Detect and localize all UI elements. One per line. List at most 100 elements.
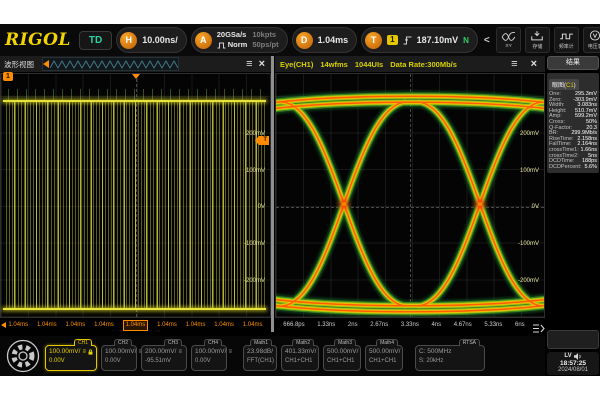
waveform-time-axis: 1.04ms 1.04ms 1.04ms 1.04ms 1.04ms 1.04m… bbox=[0, 318, 271, 332]
time-label: 1.04ms bbox=[243, 322, 263, 328]
status-lv: LV bbox=[564, 353, 571, 360]
trigger-source-badge: 1 bbox=[387, 35, 397, 45]
channel1-tag[interactable]: 1 bbox=[3, 72, 13, 81]
math-tile-math4[interactable]: Math4 500.00mV/ CH1+CH1 bbox=[365, 345, 403, 371]
trigger-mode-badge[interactable]: TD bbox=[79, 31, 112, 50]
channel-tile-ch1[interactable]: CH1 100.00mV/≡ 0.00V bbox=[45, 345, 97, 371]
time-label: 1.04ms bbox=[94, 322, 114, 328]
eye-menu-icon[interactable]: ≡ bbox=[508, 58, 520, 70]
time-label: 1.04ms bbox=[8, 322, 28, 328]
side-blank-button[interactable] bbox=[547, 330, 599, 349]
sample-interval: 50ps/pt bbox=[252, 40, 278, 50]
gear-icon bbox=[6, 339, 40, 373]
eye-time-label: 3.33ns bbox=[401, 322, 419, 328]
acq-mode: Norm bbox=[228, 40, 248, 50]
eye-title: Eye(CH1) bbox=[280, 60, 313, 69]
rising-edge-icon bbox=[403, 36, 412, 45]
speaker-icon bbox=[574, 353, 582, 360]
panel-splitter[interactable] bbox=[271, 56, 274, 332]
h-knob-button[interactable]: H bbox=[120, 32, 137, 49]
time-label: 1.04ms bbox=[157, 322, 177, 328]
waveform-noise bbox=[4, 89, 265, 100]
trigger-level-value: 187.10mV bbox=[417, 35, 459, 45]
channel-tile-ch2[interactable]: CH2 100.00mV/≡ 0.00V bbox=[101, 345, 137, 371]
eye-time-label: 2.67ns bbox=[370, 322, 388, 328]
eye-time-label: 2ns bbox=[348, 322, 358, 328]
lock-icon bbox=[88, 349, 93, 355]
eye-diagram-trace bbox=[276, 74, 544, 317]
toolbar-button-voltmeter[interactable]: 电压表 bbox=[583, 27, 600, 53]
oscilloscope-screen: RIGOL TD H 10.00ns/ A 20GSa/s Norm 10kpt… bbox=[0, 24, 600, 376]
channel-tile-ch4[interactable]: CH4 100.00mV/≡ 0.00V bbox=[191, 345, 227, 371]
toolbar-prev-arrow[interactable]: < bbox=[482, 35, 492, 46]
eye-close-icon[interactable]: × bbox=[528, 58, 540, 70]
eye-time-label: 6ns bbox=[515, 322, 525, 328]
time-label: 1.04ms bbox=[66, 322, 86, 328]
waveform-close-icon[interactable]: × bbox=[256, 58, 268, 70]
waveform-bottom-rail bbox=[3, 308, 266, 310]
bottom-channel-bar: CH1 100.00mV/≡ 0.00V CH2 100.00mV/≡ 0.00… bbox=[0, 336, 545, 376]
delay-pill[interactable]: D 1.04ms bbox=[292, 27, 358, 53]
clock-tile[interactable]: LV 18:57:25 2024/08/01 bbox=[547, 352, 599, 375]
waveform-grid[interactable]: 1 T 200mV 100mV 0V -100mV -200mV bbox=[0, 73, 271, 318]
result-row: DCDPercent:5.6% bbox=[549, 165, 597, 171]
trigger-flag: N bbox=[463, 36, 469, 45]
waveform-trace bbox=[4, 101, 265, 309]
eye-vlabel: -200mV bbox=[518, 278, 539, 285]
xy-icon bbox=[501, 32, 516, 42]
eye-uis: 1044UIs bbox=[355, 60, 383, 69]
results-header[interactable]: 结果 bbox=[547, 56, 599, 70]
eye-time-label: 666.8ps bbox=[283, 322, 304, 328]
voltmeter-icon bbox=[589, 30, 600, 41]
frequency-counter-icon bbox=[559, 31, 574, 41]
wave-vlabel: 100mV bbox=[246, 168, 265, 175]
h-scale-value: 10.00ns/ bbox=[142, 35, 178, 45]
math-tile-math1[interactable]: Math1 23.98dB/ FFT(CH1) bbox=[243, 345, 277, 371]
acquisition-pill[interactable]: A 20GSa/s Norm 10kpts 50ps/pt bbox=[191, 27, 288, 53]
math-tile-math2[interactable]: Math2 401.33mV/ CH1+CH1 bbox=[281, 345, 319, 371]
results-tab-eye[interactable]: 眼图(C1) bbox=[549, 79, 579, 90]
waveform-menu-icon[interactable]: ≡ bbox=[243, 58, 255, 70]
save-icon bbox=[530, 30, 544, 41]
eye-time-label: 5.33ns bbox=[484, 322, 502, 328]
eye-data-rate: Data Rate:300Mb/s bbox=[390, 60, 457, 69]
wave-vlabel: 0V bbox=[258, 204, 265, 211]
eye-vlabel: -100mV bbox=[518, 241, 539, 248]
rigol-logo: RIGOL bbox=[5, 30, 71, 50]
wave-vlabel: 200mV bbox=[246, 131, 265, 138]
channel-tile-ch3[interactable]: CH3 200.00mV/≡ -95.51mV bbox=[141, 345, 187, 371]
time-label-trigger[interactable]: 1.04ms bbox=[123, 320, 149, 331]
trigger-pill[interactable]: T 1 187.10mV N bbox=[361, 27, 478, 53]
bw-limit-icon: ≡ bbox=[178, 349, 182, 355]
horizontal-scale-pill[interactable]: H 10.00ns/ bbox=[116, 27, 187, 53]
t-knob-button[interactable]: T bbox=[365, 32, 382, 49]
sample-rate: 20GSa/s bbox=[217, 30, 248, 40]
waveform-view-title: 波形视图 bbox=[4, 59, 34, 70]
d-knob-button[interactable]: D bbox=[296, 32, 313, 49]
math-tile-math3[interactable]: Math3 500.00mV/ CH1+CH1 bbox=[323, 345, 361, 371]
results-body: 眼图(C1) One:295.3mV Zero:-303.9mV Width:3… bbox=[547, 73, 599, 173]
eye-vlabel: 0V bbox=[532, 204, 539, 211]
a-knob-button[interactable]: A bbox=[195, 32, 212, 49]
rtsa-tile[interactable]: RTSA C: 500MHz S: 20kHz bbox=[415, 345, 485, 371]
settings-gear-button[interactable] bbox=[5, 338, 41, 374]
eye-diagram-grid[interactable]: 200mV 100mV 0V -100mV -200mV bbox=[275, 73, 545, 318]
toolbar-button-storage[interactable]: 存储 bbox=[525, 27, 550, 53]
time-label: 1.04ms bbox=[186, 322, 206, 328]
eye-vlabel: 100mV bbox=[520, 168, 539, 175]
preview-left-arrow-icon bbox=[43, 60, 49, 68]
trigger-position-marker[interactable] bbox=[132, 74, 140, 79]
waveform-view-header: 波形视图 ≡ × bbox=[0, 56, 272, 73]
wave-vlabel: -100mV bbox=[244, 241, 265, 248]
waveform-top-rail bbox=[3, 100, 266, 102]
acq-edge-icon bbox=[217, 42, 226, 49]
toolbar-button-freq-counter[interactable]: 频率计 bbox=[554, 27, 579, 53]
eye-vlabel: 200mV bbox=[520, 131, 539, 138]
timebase-preview-strip[interactable] bbox=[42, 57, 179, 71]
clock-time: 18:57:25 bbox=[560, 360, 586, 367]
top-toolbar: RIGOL TD H 10.00ns/ A 20GSa/s Norm 10kpt… bbox=[0, 24, 600, 56]
preview-waveform-icon bbox=[50, 59, 178, 70]
expand-menu-icon bbox=[532, 324, 545, 333]
toolbar-button-xy[interactable]: XY bbox=[496, 27, 521, 53]
clock-date: 2024/08/01 bbox=[558, 367, 588, 374]
